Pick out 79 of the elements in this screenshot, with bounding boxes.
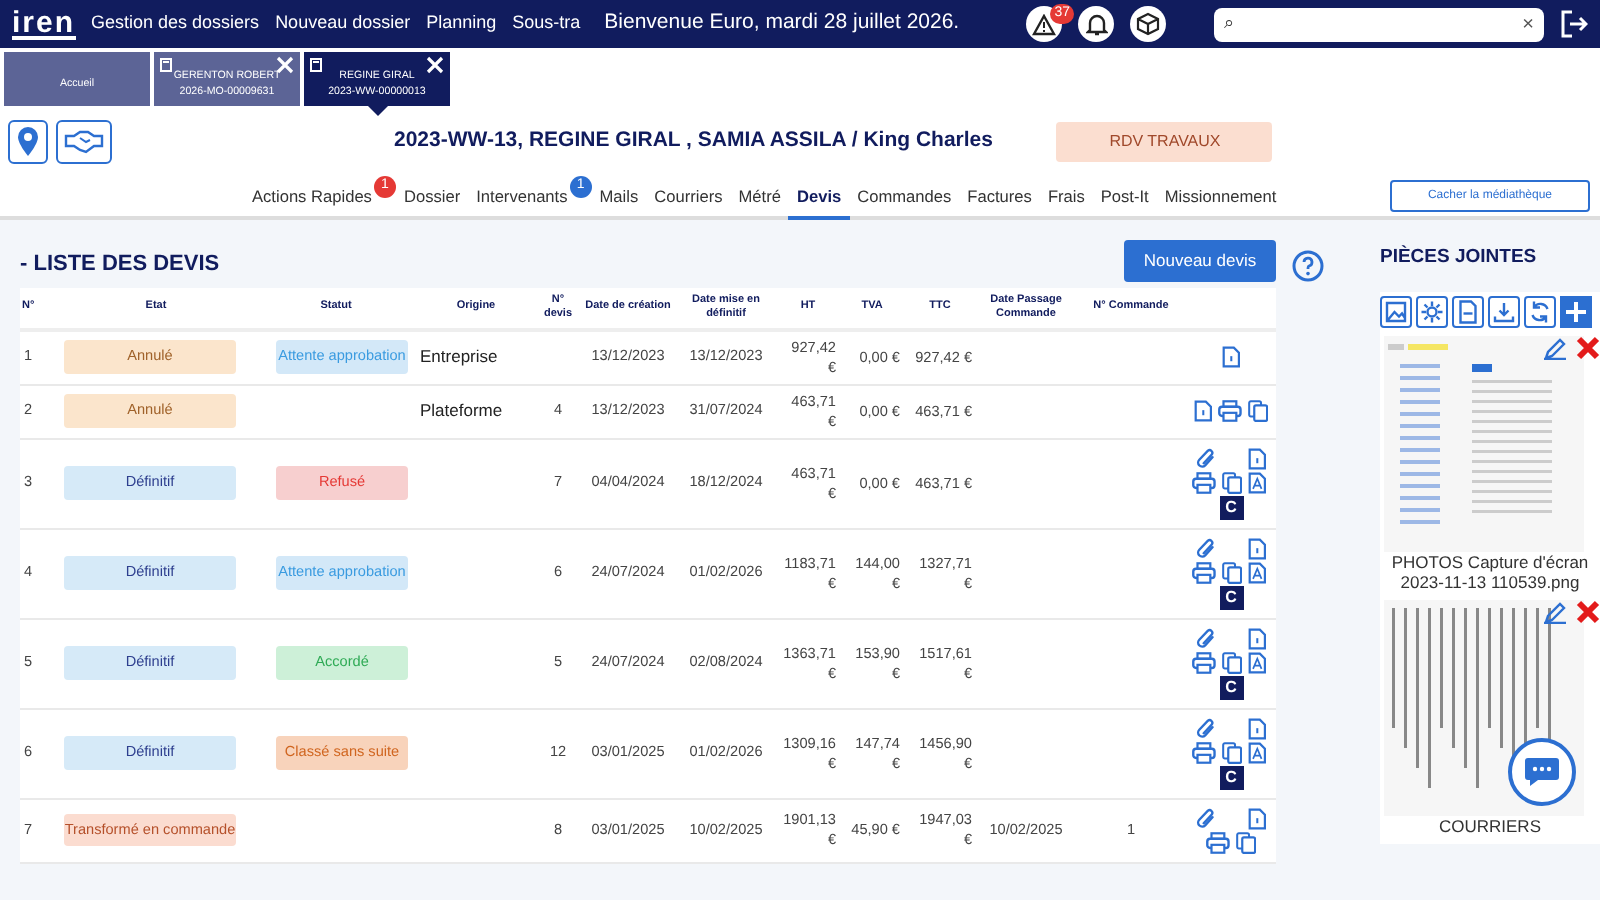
search-field[interactable]: ⌕ × (1214, 7, 1544, 41)
print-icon[interactable] (1192, 741, 1217, 763)
section-title: - LISTE DES DEVIS (20, 250, 220, 280)
tab[interactable]: Devis (788, 176, 850, 220)
sidebar-title: PIÈCES JOINTES (1380, 243, 1539, 272)
signed-document-icon[interactable] (1248, 651, 1270, 673)
paperclip-icon[interactable] (1195, 537, 1216, 559)
table-cell: Entreprise (420, 346, 498, 367)
print-icon[interactable] (1192, 651, 1217, 673)
document-icon[interactable] (1247, 717, 1267, 739)
nav-link[interactable]: Gestion des dossiers (91, 10, 260, 38)
order-button[interactable]: C (1219, 675, 1243, 699)
dossier-title: 2023-WW-13, REGINE GIRAL , SAMIA ASSILA / King Charles (394, 126, 993, 157)
nav-link[interactable]: Sous-tra (512, 10, 581, 38)
add-icon[interactable] (1560, 296, 1592, 329)
signed-document-icon[interactable] (1248, 471, 1270, 493)
package-icon[interactable] (1130, 6, 1166, 42)
print-icon[interactable] (1192, 471, 1217, 493)
copy-icon[interactable] (1222, 651, 1243, 673)
paperclip-icon[interactable] (1195, 627, 1216, 649)
tab[interactable]: Post-It (1092, 176, 1157, 220)
signed-document-icon[interactable] (1248, 741, 1270, 763)
logo[interactable]: iren (12, 9, 76, 39)
document-icon[interactable] (1247, 807, 1267, 829)
file-caption: COURRIERS (1436, 814, 1543, 841)
copy-icon[interactable] (1222, 471, 1243, 493)
new-quote-button[interactable]: Nouveau devis (1124, 239, 1276, 281)
tab[interactable]: Mails (591, 176, 647, 220)
order-button[interactable]: C (1219, 585, 1243, 609)
tab[interactable]: Dossier (395, 176, 469, 220)
document-icon[interactable] (1247, 627, 1267, 649)
welcome-message: Bienvenue Euro, mardi 28 juillet 2026. (604, 8, 960, 39)
table-cell: Plateforme (420, 400, 503, 421)
calculator-icon (160, 58, 172, 74)
clear-button[interactable]: × (1522, 9, 1534, 39)
image-icon[interactable] (1380, 296, 1412, 329)
tab[interactable]: Courriers (646, 176, 731, 220)
print-icon[interactable] (1192, 561, 1217, 583)
paperclip-icon[interactable] (1195, 807, 1216, 829)
file-icon[interactable] (1452, 296, 1484, 329)
order-button[interactable]: C (1219, 495, 1243, 519)
document-icon[interactable] (1247, 537, 1267, 559)
copy-icon[interactable] (1248, 400, 1269, 422)
order-button[interactable]: C (1219, 765, 1243, 789)
download-icon[interactable] (1488, 296, 1520, 329)
copy-icon[interactable] (1222, 561, 1243, 583)
pencil-icon[interactable] (1544, 600, 1568, 625)
document-icon[interactable] (1247, 447, 1267, 469)
close-icon[interactable] (426, 56, 444, 74)
nav-link[interactable]: Planning (426, 10, 497, 38)
handshake-icon[interactable] (56, 120, 112, 164)
bell-icon[interactable] (1078, 6, 1114, 42)
paperclip-icon[interactable] (1195, 447, 1216, 469)
print-icon[interactable] (1205, 831, 1230, 853)
tab[interactable]: Factures (959, 176, 1040, 220)
pencil-icon[interactable] (1544, 336, 1568, 361)
delete-icon[interactable] (1576, 336, 1600, 361)
help-icon[interactable] (1292, 249, 1324, 281)
tab[interactable]: Missionnement (1156, 176, 1285, 220)
tab[interactable]: Frais (1039, 176, 1093, 220)
document-icon[interactable] (1221, 346, 1241, 368)
file-caption: PHOTOS Capture d'écran 2023-11-13 110539.png (1389, 550, 1591, 597)
refresh-icon[interactable] (1524, 296, 1556, 329)
tab[interactable]: Commandes (849, 176, 960, 220)
speech-bubble-icon (1524, 756, 1560, 788)
status-badge: RDV TRAVAUX (1056, 122, 1273, 162)
paperclip-icon[interactable] (1195, 717, 1216, 739)
logout-icon[interactable] (1560, 10, 1588, 38)
calculator-icon (310, 58, 322, 74)
tab[interactable]: Métré (730, 176, 789, 220)
gear-icon[interactable] (1416, 296, 1448, 329)
copy-icon[interactable] (1235, 831, 1257, 853)
document-icon[interactable] (1193, 400, 1213, 422)
location-pin-icon[interactable] (8, 120, 48, 164)
nav-link[interactable]: Nouveau dossier (275, 10, 411, 38)
copy-icon[interactable] (1222, 741, 1243, 763)
print-icon[interactable] (1218, 400, 1243, 422)
delete-icon[interactable] (1576, 600, 1600, 625)
signed-document-icon[interactable] (1248, 561, 1270, 583)
